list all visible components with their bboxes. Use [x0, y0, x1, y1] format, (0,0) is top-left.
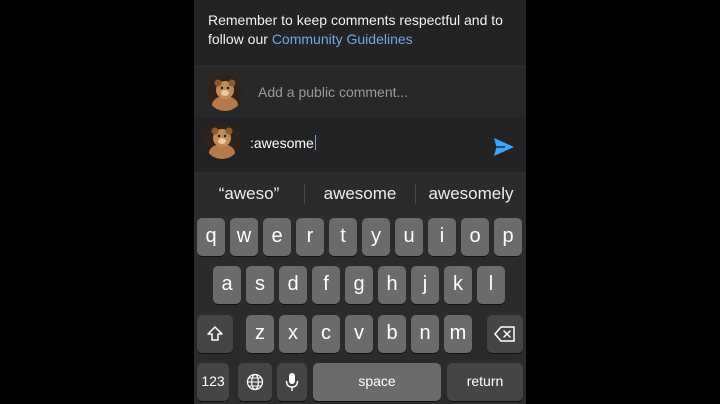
key-z[interactable]: z	[246, 315, 274, 353]
key-c[interactable]: c	[312, 315, 340, 353]
key-s[interactable]: s	[246, 266, 274, 304]
guidelines-notice: Remember to keep comments respectful and…	[194, 0, 526, 62]
key-y[interactable]: y	[362, 218, 390, 256]
avatar	[204, 123, 240, 159]
key-h[interactable]: h	[378, 266, 406, 304]
comment-input[interactable]: :awesome	[250, 135, 316, 151]
backspace-key[interactable]	[487, 315, 523, 353]
microphone-key[interactable]	[277, 363, 307, 401]
return-key[interactable]: return	[447, 363, 523, 401]
key-t[interactable]: t	[329, 218, 357, 256]
key-w[interactable]: w	[230, 218, 258, 256]
space-key[interactable]: space	[313, 363, 441, 401]
keyboard: “aweso” awesome awesomely q w e r t y u …	[194, 172, 526, 404]
backspace-icon	[494, 326, 515, 342]
key-e[interactable]: e	[263, 218, 291, 256]
phone-screen: Remember to keep comments respectful and…	[194, 0, 526, 404]
key-x[interactable]: x	[279, 315, 307, 353]
key-k[interactable]: k	[444, 266, 472, 304]
community-guidelines-link[interactable]: Community Guidelines	[272, 31, 413, 47]
key-i[interactable]: i	[428, 218, 456, 256]
shift-key[interactable]	[197, 315, 233, 353]
reply-input-row[interactable]: :awesome	[194, 117, 526, 172]
microphone-icon	[285, 373, 299, 391]
key-a[interactable]: a	[213, 266, 241, 304]
numbers-key[interactable]: 123	[197, 363, 229, 401]
key-r[interactable]: r	[296, 218, 324, 256]
globe-key[interactable]	[238, 363, 272, 401]
key-m[interactable]: m	[444, 315, 472, 353]
key-n[interactable]: n	[411, 315, 439, 353]
public-comment-row[interactable]: Add a public comment...	[194, 66, 526, 118]
key-d[interactable]: d	[279, 266, 307, 304]
suggestion-1[interactable]: “aweso”	[194, 184, 304, 204]
key-f[interactable]: f	[312, 266, 340, 304]
add-comment-placeholder[interactable]: Add a public comment...	[258, 84, 408, 100]
send-button[interactable]	[492, 135, 516, 159]
key-g[interactable]: g	[345, 266, 373, 304]
text-cursor	[314, 135, 316, 150]
key-l[interactable]: l	[477, 266, 505, 304]
guidelines-text: Remember to keep comments respectful and…	[208, 11, 518, 49]
key-p[interactable]: p	[494, 218, 522, 256]
key-b[interactable]: b	[378, 315, 406, 353]
suggestion-2[interactable]: awesome	[305, 184, 415, 204]
globe-icon	[246, 373, 264, 391]
shift-icon	[207, 326, 223, 341]
suggestion-3[interactable]: awesomely	[416, 184, 526, 204]
key-u[interactable]: u	[395, 218, 423, 256]
comment-input-text: :awesome	[250, 135, 314, 151]
send-icon	[494, 138, 514, 156]
key-j[interactable]: j	[411, 266, 439, 304]
key-q[interactable]: q	[197, 218, 225, 256]
key-v[interactable]: v	[345, 315, 373, 353]
avatar	[207, 75, 243, 111]
key-o[interactable]: o	[461, 218, 489, 256]
